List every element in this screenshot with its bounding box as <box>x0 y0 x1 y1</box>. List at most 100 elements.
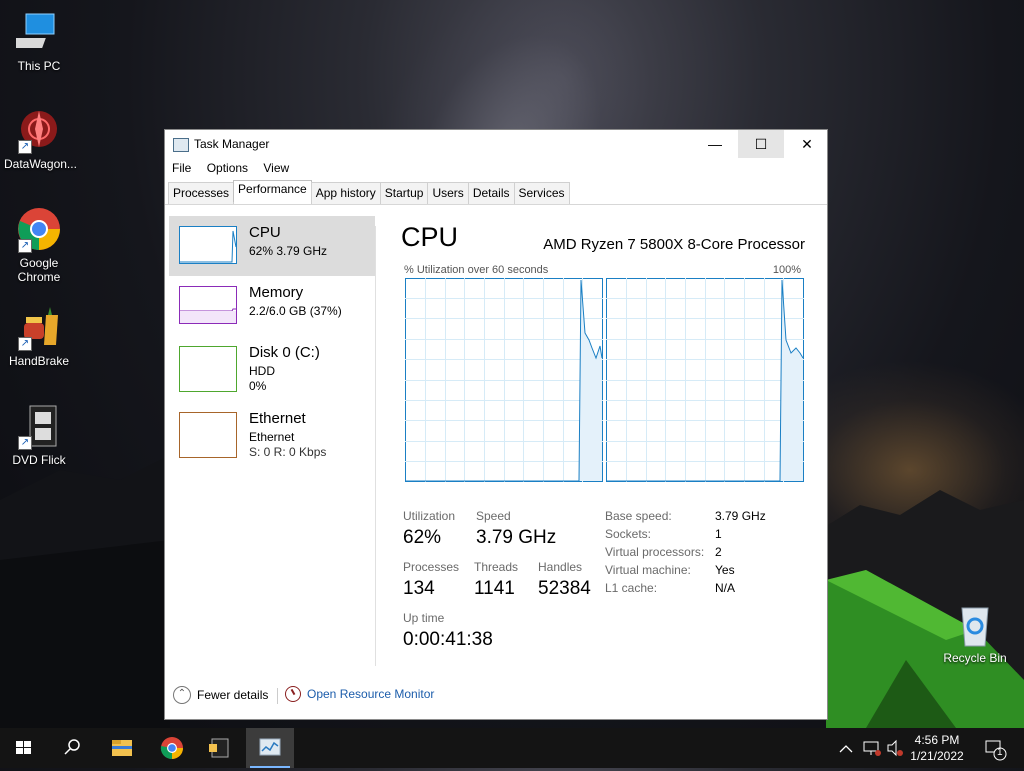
sidebar-item-ethernet[interactable]: Ethernet Ethernet S: 0 R: 0 Kbps <box>169 402 375 462</box>
show-hidden-icons-button[interactable] <box>836 728 856 768</box>
recycle-bin-icon <box>952 602 998 648</box>
detail-row: Virtual machine: Yes <box>605 563 805 581</box>
folder-icon <box>112 740 132 756</box>
detail-row: L1 cache: N/A <box>605 581 805 599</box>
shortcut-arrow-icon: ↗ <box>18 337 32 351</box>
chevron-up-icon: ⌃ <box>173 686 191 704</box>
taskbar-chrome[interactable] <box>148 728 196 768</box>
memory-thumbnail-graph <box>179 286 237 324</box>
taskbar-file-explorer[interactable] <box>98 728 146 768</box>
chrome-icon: ↗ <box>16 207 62 253</box>
taskbar: 4:56 PM 1/21/2022 1 <box>0 728 1024 768</box>
stat-utilization: Utilization 62% <box>403 509 455 549</box>
action-center-button[interactable]: 1 <box>980 728 1010 768</box>
desktop-icon-datawagon[interactable]: ↗ DataWagon... <box>4 108 77 171</box>
minimize-button[interactable]: — <box>692 130 738 158</box>
tab-processes[interactable]: Processes <box>168 182 235 204</box>
tab-details[interactable]: Details <box>467 182 515 204</box>
sidebar-item-name: CPU <box>249 224 281 241</box>
clock-date: 1/21/2022 <box>910 749 964 763</box>
processor-name: AMD Ryzen 7 5800X 8-Core Processor <box>543 236 805 253</box>
sidebar-item-memory[interactable]: Memory 2.2/6.0 GB (37%) <box>169 276 375 336</box>
stat-label: Threads <box>474 560 519 574</box>
taskbar-dvd-flick[interactable] <box>196 728 244 768</box>
graph-max-label: 100% <box>772 264 801 276</box>
notification-icon <box>985 740 1007 761</box>
chevron-up-icon <box>839 745 853 753</box>
volume-tray-button[interactable] <box>884 728 906 768</box>
desktop-icon-this-pc[interactable]: This PC <box>4 10 74 73</box>
title-bar[interactable]: Task Manager — ☐ ✕ <box>165 130 827 158</box>
pane-divider[interactable] <box>375 226 376 666</box>
detail-value: 3.79 GHz <box>715 509 766 523</box>
task-manager-icon <box>259 738 281 756</box>
detail-key: Sockets: <box>605 527 652 541</box>
detail-value: 2 <box>715 545 722 559</box>
clock-time: 4:56 PM <box>914 733 960 747</box>
desktop-icon-label: This PC <box>17 59 61 73</box>
detail-row: Sockets: 1 <box>605 527 805 545</box>
network-tray-button[interactable] <box>860 728 884 768</box>
maximize-button[interactable]: ☐ <box>738 130 784 158</box>
tab-users[interactable]: Users <box>427 182 469 204</box>
stat-uptime: Up time 0:00:41:38 <box>403 611 493 651</box>
open-resource-monitor-link[interactable]: Open Resource Monitor <box>285 686 434 702</box>
menu-options[interactable]: Options <box>207 161 248 175</box>
stat-handles: Handles 52384 <box>538 560 591 600</box>
desktop-icon-dvd-flick[interactable]: ↗ DVD Flick <box>4 404 74 467</box>
footer-separator <box>277 688 278 704</box>
detail-value: 1 <box>715 527 722 541</box>
search-button[interactable] <box>48 728 96 768</box>
stat-label: Processes <box>403 560 460 574</box>
stat-value: 0:00:41:38 <box>403 629 493 650</box>
tab-services[interactable]: Services <box>513 182 570 204</box>
detail-row: Virtual processors: 2 <box>605 545 805 563</box>
close-button[interactable]: ✕ <box>784 130 830 158</box>
tab-app-history[interactable]: App history <box>310 182 381 204</box>
sidebar-item-disk[interactable]: Disk 0 (C:) HDD 0% <box>169 336 375 396</box>
cpu-thumbnail-graph <box>179 226 237 264</box>
taskbar-task-manager[interactable] <box>246 728 294 768</box>
sidebar-item-type: Ethernet <box>249 430 295 444</box>
detail-row: Base speed: 3.79 GHz <box>605 509 805 527</box>
cpu-graph-core-0 <box>405 278 603 482</box>
cpu-details-list: Base speed: 3.79 GHz Sockets: 1 Virtual pr… <box>605 509 805 599</box>
sidebar-item-value: 62% 3.79 GHz <box>249 244 328 258</box>
performance-sidebar: CPU 62% 3.79 GHz Memory 2.2/6.0 GB (37%)… <box>169 216 375 462</box>
detail-value: N/A <box>715 581 736 595</box>
sidebar-item-value: 2.2/6.0 GB (37%) <box>249 304 342 318</box>
sidebar-item-type: HDD <box>249 364 275 378</box>
menu-view[interactable]: View <box>263 161 289 175</box>
task-manager-icon <box>173 138 189 152</box>
sidebar-item-name: Disk 0 (C:) <box>249 344 320 361</box>
sidebar-item-value: S: 0 R: 0 Kbps <box>249 445 327 459</box>
stat-label: Speed <box>476 509 511 523</box>
speaker-muted-icon <box>887 739 903 757</box>
graph-caption: % Utilization over 60 seconds <box>404 264 549 276</box>
tab-bar: Processes Performance App history Startu… <box>168 180 570 204</box>
film-strip-icon <box>209 738 229 758</box>
stat-label: Utilization <box>403 509 456 523</box>
desktop-icon-handbrake[interactable]: ↗ HandBrake <box>4 305 74 368</box>
tab-startup[interactable]: Startup <box>379 182 429 204</box>
tab-performance[interactable]: Performance <box>233 180 312 202</box>
sidebar-item-value: 0% <box>249 379 267 393</box>
stat-value: 134 <box>403 578 435 599</box>
stat-value: 62% <box>403 527 442 548</box>
desktop-icon-google-chrome[interactable]: ↗ Google Chrome <box>4 207 74 284</box>
cpu-graph-core-1 <box>606 278 804 482</box>
menu-file[interactable]: File <box>172 161 191 175</box>
desktop-icon-recycle-bin[interactable]: Recycle Bin <box>940 602 1010 665</box>
detail-key: Virtual processors: <box>605 545 705 559</box>
stat-speed: Speed 3.79 GHz <box>476 509 556 549</box>
tab-divider <box>165 204 827 205</box>
taskbar-clock[interactable]: 4:56 PM 1/21/2022 <box>906 732 968 764</box>
stat-value: 1141 <box>474 578 515 599</box>
sidebar-item-cpu[interactable]: CPU 62% 3.79 GHz <box>169 216 375 276</box>
detail-key: Virtual machine: <box>605 563 691 577</box>
windows-logo-icon <box>16 741 31 754</box>
shortcut-arrow-icon: ↗ <box>18 140 32 154</box>
notification-count: 1 <box>997 747 1003 758</box>
start-button[interactable] <box>0 728 48 768</box>
fewer-details-button[interactable]: ⌃ Fewer details <box>173 686 268 704</box>
